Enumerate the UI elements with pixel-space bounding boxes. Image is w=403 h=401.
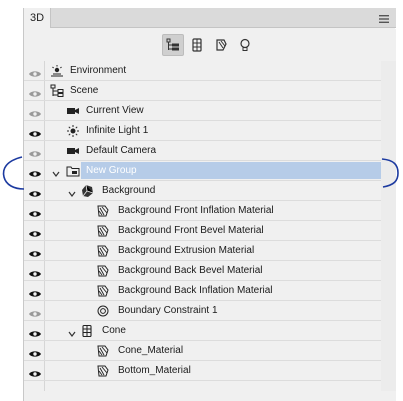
layer-row[interactable]: Current View	[24, 101, 381, 121]
material-icon	[96, 284, 110, 298]
visibility-eye-icon[interactable]	[28, 86, 42, 97]
scrollbar[interactable]	[381, 61, 396, 391]
visibility-eye-icon[interactable]	[28, 246, 42, 257]
material-icon	[96, 364, 110, 378]
visibility-eye-icon[interactable]	[28, 106, 42, 117]
visibility-eye-icon[interactable]	[28, 186, 42, 197]
layer-label: New Group	[86, 165, 137, 176]
layer-row[interactable]: Background Front Bevel Material	[24, 221, 381, 241]
layer-label: Background Front Inflation Material	[118, 205, 274, 216]
layer-row[interactable]: Background Back Inflation Material	[24, 281, 381, 301]
layer-row[interactable]: Background Extrusion Material	[24, 241, 381, 261]
layer-label: Background Extrusion Material	[118, 245, 255, 256]
camera-icon	[66, 144, 80, 158]
visibility-eye-icon[interactable]	[28, 366, 42, 377]
chevron-down-icon[interactable]	[67, 326, 77, 337]
visibility-eye-icon[interactable]	[28, 66, 42, 77]
mesh-icon	[80, 184, 94, 198]
layer-label: Boundary Constraint 1	[118, 305, 218, 316]
layer-row[interactable]: Cone_Material	[24, 341, 381, 361]
layer-row[interactable]: Background	[24, 181, 381, 201]
cone-mesh-icon	[80, 324, 94, 338]
material-icon	[96, 344, 110, 358]
annotation-left-bracket	[2, 156, 25, 190]
layer-label: Background Front Bevel Material	[118, 225, 264, 236]
visibility-eye-icon[interactable]	[28, 206, 42, 217]
visibility-eye-icon[interactable]	[28, 146, 42, 157]
mesh-filter-button[interactable]	[186, 34, 208, 56]
layer-label: Infinite Light 1	[86, 125, 149, 136]
layer-row[interactable]: Background Front Inflation Material	[24, 201, 381, 221]
layer-row[interactable]: New Group	[24, 161, 381, 181]
group-icon	[66, 164, 80, 178]
layer-label: Bottom_Material	[118, 365, 191, 376]
layer-row[interactable]: Cone	[24, 321, 381, 341]
layer-label: Background	[102, 185, 156, 196]
filter-toolbar	[24, 29, 396, 62]
visibility-eye-icon[interactable]	[28, 166, 42, 177]
material-icon	[96, 224, 110, 238]
layer-label: Environment	[70, 65, 127, 76]
visibility-eye-icon[interactable]	[28, 326, 42, 337]
light-filter-button[interactable]	[234, 34, 256, 56]
layer-row[interactable]: Bottom_Material	[24, 361, 381, 381]
layer-row[interactable]: Scene	[24, 81, 381, 101]
visibility-eye-icon[interactable]	[28, 286, 42, 297]
layer-label: Cone	[102, 325, 126, 336]
chevron-down-icon[interactable]	[67, 186, 77, 197]
layer-label: Background Back Inflation Material	[118, 285, 273, 296]
visibility-eye-icon[interactable]	[28, 306, 42, 317]
scene-filter-button[interactable]	[162, 34, 184, 56]
layer-row[interactable]: Environment	[24, 61, 381, 81]
mesh-filter-icon	[192, 38, 202, 52]
layer-label: Default Camera	[86, 145, 157, 156]
layer-label: Scene	[70, 85, 99, 96]
hamburger-icon[interactable]	[378, 12, 390, 24]
material-filter-button[interactable]	[210, 34, 232, 56]
environment-icon	[50, 64, 64, 78]
layer-list: Environment Scene Current View Infinite Lig…	[24, 61, 396, 401]
material-filter-icon	[216, 39, 227, 51]
tab-3d[interactable]: 3D	[24, 8, 51, 28]
material-icon	[96, 244, 110, 258]
layer-label: Background Back Bevel Material	[118, 265, 263, 276]
camera-icon	[66, 104, 80, 118]
visibility-eye-icon[interactable]	[28, 346, 42, 357]
material-icon	[96, 264, 110, 278]
3d-panel: 3D Environment Scene Current View Infini…	[23, 8, 396, 401]
panel-tab-bar: 3D	[24, 8, 396, 28]
layer-label: Current View	[86, 105, 144, 116]
constraint-icon	[96, 304, 110, 318]
layer-label: Cone_Material	[118, 345, 184, 356]
scene-icon	[50, 84, 64, 98]
visibility-eye-icon[interactable]	[28, 226, 42, 237]
material-icon	[96, 204, 110, 218]
layer-row[interactable]: Default Camera	[24, 141, 381, 161]
layer-row[interactable]: Background Back Bevel Material	[24, 261, 381, 281]
light-filter-icon	[240, 38, 250, 51]
layer-row[interactable]: Boundary Constraint 1	[24, 301, 381, 321]
visibility-eye-icon[interactable]	[28, 266, 42, 277]
light-icon	[66, 124, 80, 138]
scene-filter-icon	[166, 38, 179, 51]
layer-row[interactable]: Infinite Light 1	[24, 121, 381, 141]
visibility-eye-icon[interactable]	[28, 126, 42, 137]
chevron-down-icon[interactable]	[51, 166, 61, 177]
annotation-right-bracket	[381, 158, 399, 188]
